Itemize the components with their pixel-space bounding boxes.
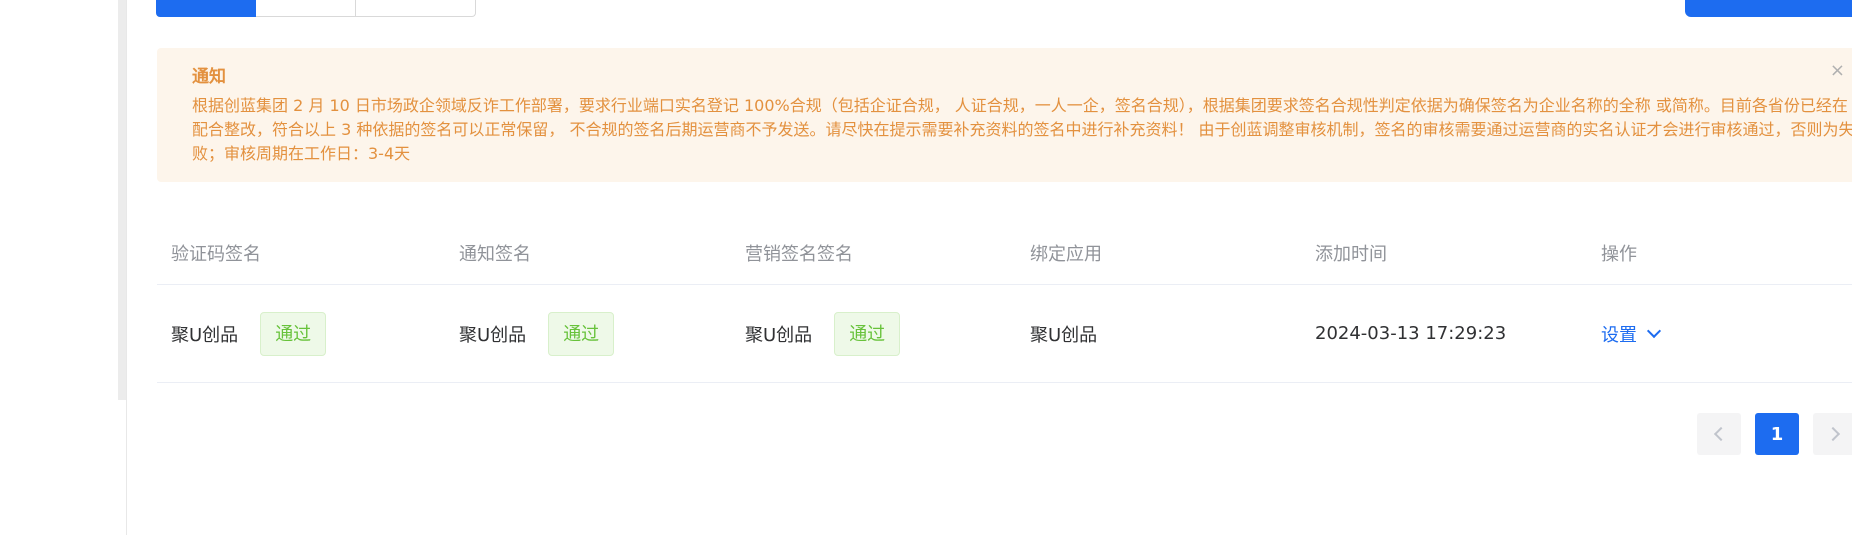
status-badge: 通过	[548, 311, 615, 356]
cell-added-time: 2024-03-13 17:29:23	[1315, 323, 1507, 344]
header-notify-sign: 通知签名	[459, 244, 531, 265]
notify-sign-name: 聚U创品	[459, 324, 527, 346]
pagination: 1	[1697, 413, 1852, 455]
tab-group	[156, 0, 476, 17]
tab-active[interactable]	[156, 0, 256, 17]
status-badge: 通过	[260, 311, 327, 356]
header-verify-sign: 验证码签名	[171, 244, 261, 265]
chevron-left-icon	[1713, 426, 1729, 442]
signature-table: 验证码签名 通知签名 营销签名签名 绑定应用 添加时间 操作 聚U创品 通过 聚…	[157, 222, 1852, 383]
header-marketing-sign: 营销签名签名	[745, 244, 853, 265]
table-row: 聚U创品 通过 聚U创品 通过 聚U创品 通过 聚U创品 2024-03-13 …	[157, 285, 1852, 383]
side-panel-lower	[0, 400, 126, 535]
chevron-right-icon	[1825, 426, 1841, 442]
tab-second[interactable]	[256, 0, 356, 17]
side-panel-scrollbar[interactable]	[118, 0, 126, 400]
cell-marketing-sign: 聚U创品 通过	[731, 311, 1016, 356]
chevron-down-icon	[1646, 323, 1662, 338]
cell-notify-sign: 聚U创品 通过	[445, 311, 731, 356]
cell-actions: 设置	[1587, 321, 1757, 347]
marketing-sign-name: 聚U创品	[745, 324, 813, 346]
tab-third[interactable]	[356, 0, 476, 17]
verify-sign-name: 聚U创品	[171, 324, 239, 346]
close-icon[interactable]: ×	[1830, 62, 1845, 80]
status-badge: 通过	[834, 311, 901, 356]
table-header: 验证码签名 通知签名 营销签名签名 绑定应用 添加时间 操作	[157, 222, 1852, 285]
notice-body: 根据创蓝集团 2 月 10 日市场政企领域反诈工作部署，要求行业端口实名登记 1…	[192, 96, 1852, 163]
main-content: 通知 根据创蓝集团 2 月 10 日市场政企领域反诈工作部署，要求行业端口实名登…	[126, 0, 1852, 535]
settings-dropdown[interactable]: 设置	[1601, 321, 1662, 347]
header-actions: 操作	[1601, 244, 1637, 265]
notice-alert: 通知 根据创蓝集团 2 月 10 日市场政企领域反诈工作部署，要求行业端口实名登…	[157, 48, 1852, 182]
notice-title: 通知	[192, 67, 226, 87]
primary-action-button[interactable]	[1685, 0, 1852, 17]
side-panel	[0, 0, 118, 400]
prev-page-button[interactable]	[1697, 413, 1741, 455]
cell-verify-sign: 聚U创品 通过	[157, 311, 445, 356]
settings-link-label: 设置	[1601, 324, 1637, 346]
header-added-time: 添加时间	[1315, 244, 1387, 265]
header-bound-app: 绑定应用	[1030, 244, 1102, 265]
cell-bound-app: 聚U创品	[1030, 324, 1098, 346]
next-page-button[interactable]	[1813, 413, 1852, 455]
page-number-current[interactable]: 1	[1755, 413, 1799, 455]
